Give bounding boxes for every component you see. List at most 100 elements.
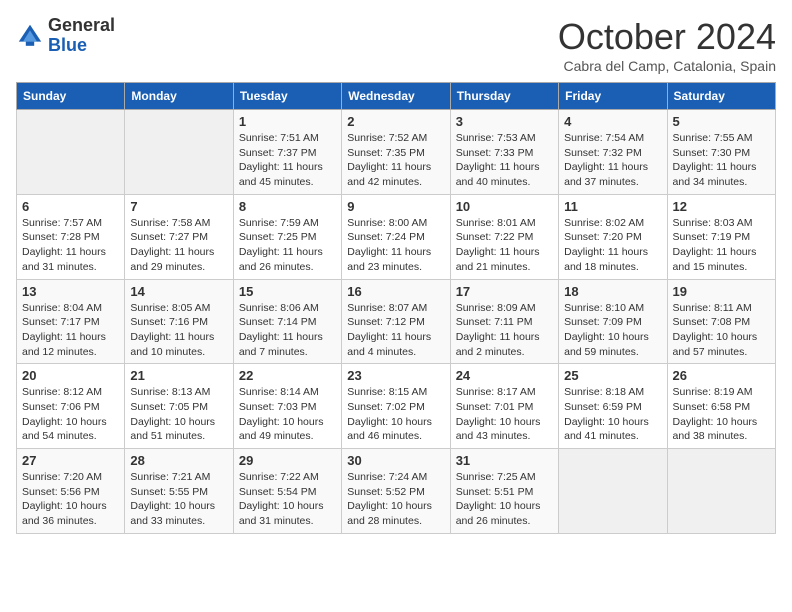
calendar-cell: 31 Sunrise: 7:25 AM Sunset: 5:51 PM Dayli… xyxy=(450,449,558,534)
calendar-cell: 8 Sunrise: 7:59 AM Sunset: 7:25 PM Daylig… xyxy=(233,194,341,279)
header-cell-friday: Friday xyxy=(559,83,667,110)
day-info: Sunrise: 8:02 AM Sunset: 7:20 PM Dayligh… xyxy=(564,216,661,275)
day-number: 8 xyxy=(239,199,336,214)
day-info: Sunrise: 8:00 AM Sunset: 7:24 PM Dayligh… xyxy=(347,216,444,275)
day-number: 6 xyxy=(22,199,119,214)
month-title: October 2024 xyxy=(558,16,776,58)
header-cell-wednesday: Wednesday xyxy=(342,83,450,110)
logo-text: General Blue xyxy=(48,16,115,56)
location-title: Cabra del Camp, Catalonia, Spain xyxy=(558,58,776,74)
day-number: 28 xyxy=(130,453,227,468)
day-info: Sunrise: 8:11 AM Sunset: 7:08 PM Dayligh… xyxy=(673,301,770,360)
day-number: 27 xyxy=(22,453,119,468)
day-number: 29 xyxy=(239,453,336,468)
day-info: Sunrise: 8:01 AM Sunset: 7:22 PM Dayligh… xyxy=(456,216,553,275)
day-number: 18 xyxy=(564,284,661,299)
calendar-cell xyxy=(17,110,125,195)
day-info: Sunrise: 7:55 AM Sunset: 7:30 PM Dayligh… xyxy=(673,131,770,190)
calendar-cell: 1 Sunrise: 7:51 AM Sunset: 7:37 PM Daylig… xyxy=(233,110,341,195)
calendar-cell: 7 Sunrise: 7:58 AM Sunset: 7:27 PM Daylig… xyxy=(125,194,233,279)
calendar-cell: 14 Sunrise: 8:05 AM Sunset: 7:16 PM Dayli… xyxy=(125,279,233,364)
calendar-cell: 21Sunrise: 8:13 AM Sunset: 7:05 PM Dayli… xyxy=(125,364,233,449)
day-number: 5 xyxy=(673,114,770,129)
calendar-cell: 26Sunrise: 8:19 AM Sunset: 6:58 PM Dayli… xyxy=(667,364,775,449)
calendar-cell: 10 Sunrise: 8:01 AM Sunset: 7:22 PM Dayli… xyxy=(450,194,558,279)
day-info: Sunrise: 7:51 AM Sunset: 7:37 PM Dayligh… xyxy=(239,131,336,190)
day-number: 22 xyxy=(239,368,336,383)
calendar-row-4: 20 Sunrise: 8:12 AM Sunset: 7:06 PM Dayli… xyxy=(17,364,776,449)
day-number: 23 xyxy=(347,368,444,383)
day-number: 19 xyxy=(673,284,770,299)
day-number: 31 xyxy=(456,453,553,468)
day-info: Sunrise: 8:15 AM Sunset: 7:02 PM Dayligh… xyxy=(347,385,444,444)
calendar-row-1: 1 Sunrise: 7:51 AM Sunset: 7:37 PM Daylig… xyxy=(17,110,776,195)
calendar-row-3: 13Sunrise: 8:04 AM Sunset: 7:17 PM Dayli… xyxy=(17,279,776,364)
header-cell-tuesday: Tuesday xyxy=(233,83,341,110)
day-info: Sunrise: 7:25 AM Sunset: 5:51 PM Dayligh… xyxy=(456,470,553,529)
day-info: Sunrise: 8:05 AM Sunset: 7:16 PM Dayligh… xyxy=(130,301,227,360)
day-number: 2 xyxy=(347,114,444,129)
title-block: October 2024 Cabra del Camp, Catalonia, … xyxy=(558,16,776,74)
day-number: 11 xyxy=(564,199,661,214)
day-info: Sunrise: 8:17 AM Sunset: 7:01 PM Dayligh… xyxy=(456,385,553,444)
day-number: 4 xyxy=(564,114,661,129)
day-number: 12 xyxy=(673,199,770,214)
day-number: 20 xyxy=(22,368,119,383)
calendar-cell: 5 Sunrise: 7:55 AM Sunset: 7:30 PM Daylig… xyxy=(667,110,775,195)
day-info: Sunrise: 7:57 AM Sunset: 7:28 PM Dayligh… xyxy=(22,216,119,275)
page-header: General Blue October 2024 Cabra del Camp… xyxy=(16,16,776,74)
day-info: Sunrise: 7:54 AM Sunset: 7:32 PM Dayligh… xyxy=(564,131,661,190)
day-number: 21 xyxy=(130,368,227,383)
day-info: Sunrise: 7:21 AM Sunset: 5:55 PM Dayligh… xyxy=(130,470,227,529)
day-info: Sunrise: 8:14 AM Sunset: 7:03 PM Dayligh… xyxy=(239,385,336,444)
calendar-cell: 11 Sunrise: 8:02 AM Sunset: 7:20 PM Dayli… xyxy=(559,194,667,279)
day-number: 1 xyxy=(239,114,336,129)
calendar-cell: 30Sunrise: 7:24 AM Sunset: 5:52 PM Dayli… xyxy=(342,449,450,534)
day-info: Sunrise: 8:12 AM Sunset: 7:06 PM Dayligh… xyxy=(22,385,119,444)
calendar-cell: 28 Sunrise: 7:21 AM Sunset: 5:55 PM Dayli… xyxy=(125,449,233,534)
day-number: 30 xyxy=(347,453,444,468)
day-info: Sunrise: 8:06 AM Sunset: 7:14 PM Dayligh… xyxy=(239,301,336,360)
calendar-cell xyxy=(667,449,775,534)
day-info: Sunrise: 8:07 AM Sunset: 7:12 PM Dayligh… xyxy=(347,301,444,360)
logo-icon xyxy=(16,22,44,50)
header-cell-thursday: Thursday xyxy=(450,83,558,110)
calendar-cell: 15 Sunrise: 8:06 AM Sunset: 7:14 PM Dayli… xyxy=(233,279,341,364)
day-number: 15 xyxy=(239,284,336,299)
day-info: Sunrise: 7:59 AM Sunset: 7:25 PM Dayligh… xyxy=(239,216,336,275)
day-number: 3 xyxy=(456,114,553,129)
calendar-cell: 13Sunrise: 8:04 AM Sunset: 7:17 PM Dayli… xyxy=(17,279,125,364)
calendar-cell: 12Sunrise: 8:03 AM Sunset: 7:19 PM Dayli… xyxy=(667,194,775,279)
day-number: 25 xyxy=(564,368,661,383)
logo-general-text: General xyxy=(48,15,115,35)
calendar-cell: 23 Sunrise: 8:15 AM Sunset: 7:02 PM Dayli… xyxy=(342,364,450,449)
header-cell-sunday: Sunday xyxy=(17,83,125,110)
calendar-cell: 19 Sunrise: 8:11 AM Sunset: 7:08 PM Dayli… xyxy=(667,279,775,364)
calendar-cell: 27 Sunrise: 7:20 AM Sunset: 5:56 PM Dayli… xyxy=(17,449,125,534)
day-number: 14 xyxy=(130,284,227,299)
day-number: 17 xyxy=(456,284,553,299)
calendar-cell: 16Sunrise: 8:07 AM Sunset: 7:12 PM Dayli… xyxy=(342,279,450,364)
calendar-cell: 24 Sunrise: 8:17 AM Sunset: 7:01 PM Dayli… xyxy=(450,364,558,449)
day-number: 10 xyxy=(456,199,553,214)
calendar-cell: 17 Sunrise: 8:09 AM Sunset: 7:11 PM Dayli… xyxy=(450,279,558,364)
day-number: 9 xyxy=(347,199,444,214)
day-info: Sunrise: 7:20 AM Sunset: 5:56 PM Dayligh… xyxy=(22,470,119,529)
day-info: Sunrise: 8:09 AM Sunset: 7:11 PM Dayligh… xyxy=(456,301,553,360)
day-number: 24 xyxy=(456,368,553,383)
calendar-body: 1 Sunrise: 7:51 AM Sunset: 7:37 PM Daylig… xyxy=(17,110,776,534)
calendar-cell: 25 Sunrise: 8:18 AM Sunset: 6:59 PM Dayli… xyxy=(559,364,667,449)
day-info: Sunrise: 7:22 AM Sunset: 5:54 PM Dayligh… xyxy=(239,470,336,529)
day-info: Sunrise: 8:18 AM Sunset: 6:59 PM Dayligh… xyxy=(564,385,661,444)
calendar-cell: 4 Sunrise: 7:54 AM Sunset: 7:32 PM Daylig… xyxy=(559,110,667,195)
header-row: SundayMondayTuesdayWednesdayThursdayFrid… xyxy=(17,83,776,110)
calendar-cell: 18 Sunrise: 8:10 AM Sunset: 7:09 PM Dayli… xyxy=(559,279,667,364)
logo-blue-text: Blue xyxy=(48,35,87,55)
day-number: 7 xyxy=(130,199,227,214)
header-cell-monday: Monday xyxy=(125,83,233,110)
header-cell-saturday: Saturday xyxy=(667,83,775,110)
calendar-table: SundayMondayTuesdayWednesdayThursdayFrid… xyxy=(16,82,776,534)
day-info: Sunrise: 8:10 AM Sunset: 7:09 PM Dayligh… xyxy=(564,301,661,360)
day-info: Sunrise: 7:58 AM Sunset: 7:27 PM Dayligh… xyxy=(130,216,227,275)
day-info: Sunrise: 7:52 AM Sunset: 7:35 PM Dayligh… xyxy=(347,131,444,190)
